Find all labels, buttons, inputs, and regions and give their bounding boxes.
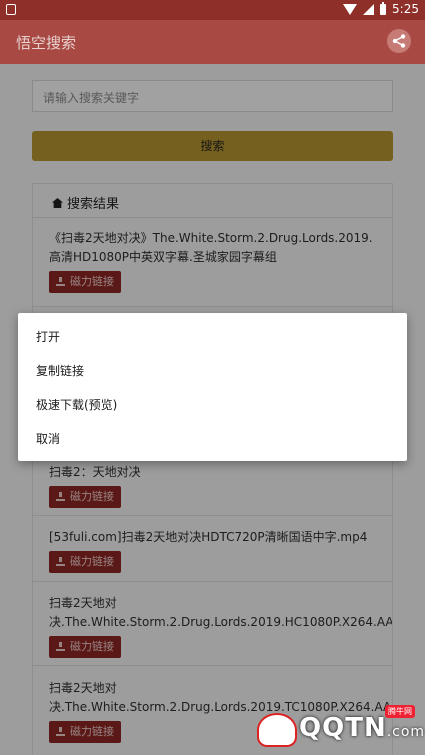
signal-icon [363, 3, 375, 15]
notification-icon [6, 4, 16, 15]
watermark-tag: 腾牛网 [385, 705, 415, 718]
battery-icon [380, 1, 387, 15]
status-bar: 5:25 [0, 0, 425, 20]
menu-item-open[interactable]: 打开 [18, 319, 407, 353]
menu-item-fast-download[interactable]: 极速下载(预览) [18, 387, 407, 421]
share-button[interactable] [387, 29, 411, 53]
menu-item-copy-link[interactable]: 复制链接 [18, 353, 407, 387]
site-watermark: QQTN.com 腾牛网 [257, 705, 424, 751]
context-menu: 打开 复制链接 极速下载(预览) 取消 [18, 313, 407, 461]
share-icon [392, 34, 406, 48]
app-title: 悟空搜索 [16, 34, 77, 52]
wifi-icon [343, 3, 358, 15]
status-time: 5:25 [392, 2, 419, 16]
app-bar: 悟空搜索 [0, 20, 425, 64]
menu-item-cancel[interactable]: 取消 [18, 421, 407, 455]
watermark-logo-icon [257, 713, 297, 747]
